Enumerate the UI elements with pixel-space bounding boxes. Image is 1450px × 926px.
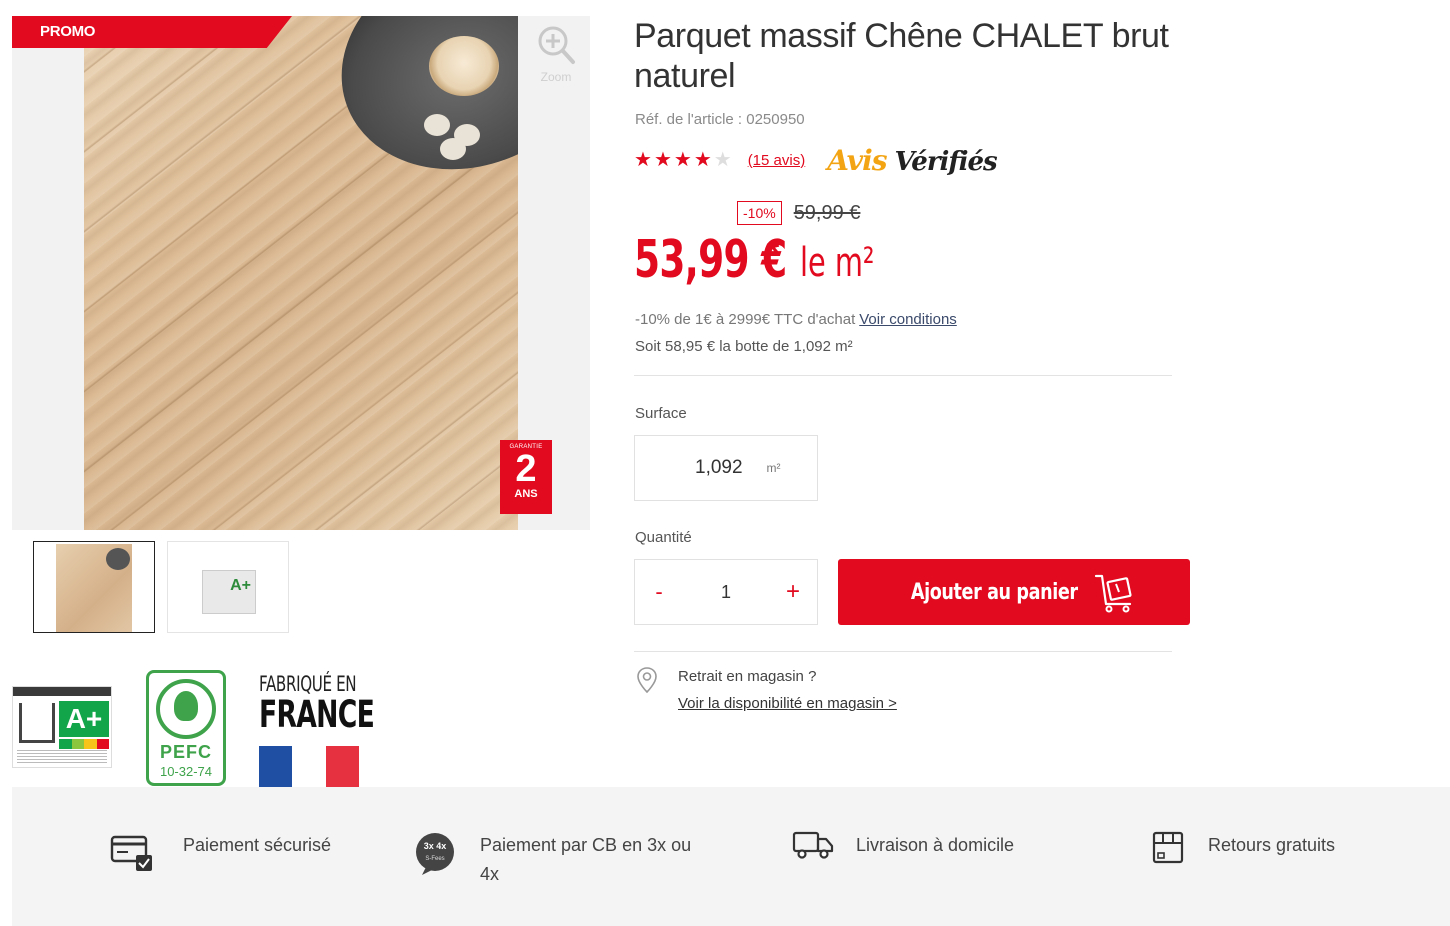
reassurance-item-installments: 3x 4x S-Fees Paiement par CB en 3x ou 4x [414, 787, 734, 926]
avis-logo-part2: Vérifiés [894, 146, 997, 177]
thumbnail-air-label[interactable]: A+ [167, 541, 289, 633]
delivery-truck-icon [792, 831, 834, 859]
decor-cookie [424, 114, 450, 136]
thumbnail-strip: A+ [33, 541, 289, 633]
reassurance-item-secure-payment: Paiement sécurisé [110, 787, 370, 926]
star-icon: ★ [693, 149, 712, 171]
french-flag-icon [259, 746, 359, 788]
thumbnail-image [56, 544, 132, 632]
zoom-in-icon [538, 26, 575, 64]
discount-badge: -10% [737, 201, 782, 225]
surface-label: Surface [635, 405, 687, 422]
quantity-value[interactable]: 1 [683, 582, 769, 603]
old-price: 59,99 € [793, 201, 861, 224]
promo-text: -10% de 1€ à 2999€ TTC d'achat [635, 311, 856, 328]
conditions-link[interactable]: Voir conditions [859, 311, 957, 328]
star-icon: ★ [634, 149, 652, 171]
reassurance-item-returns: Retours gratuits [1152, 787, 1412, 926]
avis-logo-part1: Avis [827, 143, 887, 177]
star-rating: ★ ★ ★ ★ ★ [634, 150, 732, 170]
product-title: Parquet massif Chêne CHALET brut naturel [634, 17, 1169, 95]
reassurance-text: Livraison à domicile [856, 835, 1015, 855]
star-empty-icon: ★ [713, 149, 732, 171]
surface-value[interactable]: 1,092 [695, 457, 743, 479]
zoom-button[interactable]: Zoom [532, 24, 580, 104]
price-asterisk: * [766, 234, 780, 272]
reassurance-text: Paiement sécurisé [183, 835, 332, 855]
pefc-code: 10-32-74 [159, 764, 213, 779]
returns-box-icon [1152, 831, 1184, 864]
price-row: 53,99 € * le m² [634, 230, 874, 290]
zoom-label: Zoom [540, 70, 572, 84]
thumbnail-product-photo[interactable] [33, 541, 155, 633]
store-pickup-question: Retrait en magasin ? [678, 668, 817, 685]
france-line2: FRANCE [259, 693, 375, 736]
reviews-link[interactable]: (15 avis) [748, 152, 806, 169]
cart-icon [1095, 574, 1132, 613]
product-reference: Réf. de l'article : 0250950 [635, 111, 805, 128]
add-to-cart-label: Ajouter au panier [910, 579, 1078, 605]
bundle-price: Soit 58,95 € la botte de 1,092 m² [635, 338, 853, 355]
product-main-image[interactable] [84, 16, 518, 530]
increment-button[interactable]: + [769, 578, 817, 606]
promo-badge: PROMO [12, 16, 292, 48]
pefc-tree-icon [156, 679, 216, 739]
reassurance-text-line2: 4x [480, 864, 500, 884]
card-payment-icon [110, 835, 152, 871]
air-label-header [13, 687, 111, 696]
product-rating: ★ ★ ★ ★ ★ (15 avis) Avis Vérifiés [634, 143, 998, 177]
add-to-cart-button[interactable]: Ajouter au panier [838, 559, 1190, 625]
divider [634, 375, 1172, 376]
decor-cup [429, 36, 499, 96]
star-icon: ★ [673, 149, 692, 171]
avis-verifies-logo[interactable]: Avis Vérifiés [827, 143, 997, 177]
price-unit: le m² [800, 240, 875, 286]
product-gallery: PROMO Zoom GARANTIE 2 ANS [12, 16, 590, 530]
divider [634, 651, 1172, 652]
guarantee-unit: ANS [514, 488, 538, 500]
air-quality-label: A+ [12, 686, 112, 768]
house-icon [19, 703, 55, 743]
decrement-button[interactable]: - [635, 579, 683, 605]
star-icon: ★ [653, 149, 672, 171]
svg-text:S-Fees: S-Fees [425, 856, 444, 862]
decor-cookie [440, 138, 466, 160]
quantity-stepper: - 1 + [634, 559, 818, 625]
guarantee-number: 2 [515, 448, 537, 490]
air-scale [59, 739, 109, 749]
reassurance-text-line1: Paiement par CB en 3x ou [480, 835, 692, 855]
installments-icon: 3x 4x S-Fees [416, 833, 454, 875]
air-grade: A+ [59, 701, 109, 737]
promo-conditions: -10% de 1€ à 2999€ TTC d'achat Voir condi… [635, 311, 957, 328]
store-availability-link[interactable]: Voir la disponibilité en magasin > [678, 695, 897, 712]
current-price: 53,99 € [634, 230, 787, 290]
surface-input[interactable]: 1,092 m² [634, 435, 818, 501]
air-label-footer [17, 749, 107, 763]
reassurance-band: Paiement sécurisé 3x 4x S-Fees Paiement … [12, 787, 1450, 926]
reassurance-text: Retours gratuits [1208, 835, 1336, 855]
svg-text:3x 4x: 3x 4x [424, 841, 447, 851]
pefc-tree [174, 691, 198, 721]
guarantee-badge: GARANTIE 2 ANS [500, 440, 552, 514]
pefc-name: PEFC [159, 742, 212, 762]
location-pin-icon [637, 667, 657, 694]
quantity-label: Quantité [635, 529, 692, 546]
pefc-certification: PEFC 10-32-74 [146, 670, 226, 786]
reassurance-item-delivery: Livraison à domicile [792, 787, 1052, 926]
surface-unit: m² [766, 461, 781, 475]
thumbnail-grade: A+ [230, 577, 251, 594]
made-in-france-badge: FABRIQUÉ EN FRANCE [259, 672, 375, 788]
discount-row: -10% 59,99 € [737, 201, 860, 225]
thumbnail-image: A+ [202, 570, 256, 614]
